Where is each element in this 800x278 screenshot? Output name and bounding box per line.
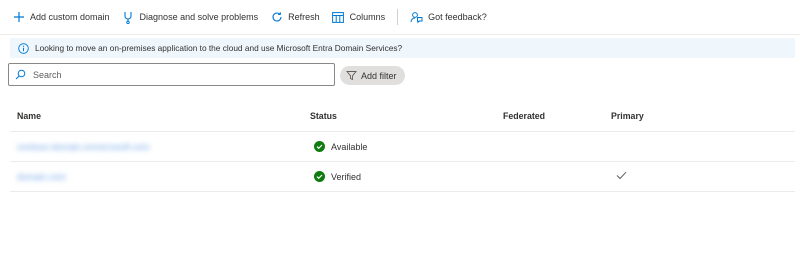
columns-label: Columns <box>349 12 386 22</box>
column-header-name[interactable]: Name <box>17 100 297 131</box>
add-custom-domain-button[interactable]: Add custom domain <box>12 7 110 27</box>
status-text: Verified <box>331 171 362 182</box>
add-filter-button[interactable]: Add filter <box>340 66 405 85</box>
table-row[interactable]: contoso-domain.onmicrosoft.com Available <box>10 132 795 162</box>
name-cell: contoso-domain.onmicrosoft.com <box>17 132 297 161</box>
columns-button[interactable]: Columns <box>332 7 386 27</box>
column-header-federated[interactable]: Federated <box>503 100 603 131</box>
domain-name-link[interactable]: domain.com <box>17 172 66 182</box>
check-circle-icon <box>314 171 325 182</box>
info-banner-text[interactable]: Looking to move an on-premises applicati… <box>35 43 402 53</box>
table-row[interactable]: domain.com Verified <box>10 162 795 192</box>
column-header-primary[interactable]: Primary <box>611 100 671 131</box>
info-icon <box>18 42 29 54</box>
refresh-button[interactable]: Refresh <box>270 7 320 27</box>
feedback-label: Got feedback? <box>428 12 487 22</box>
filter-icon <box>346 70 357 81</box>
diagnose-label: Diagnose and solve problems <box>139 12 259 22</box>
search-input[interactable] <box>33 69 323 80</box>
status-cell: Verified <box>310 162 490 191</box>
refresh-label: Refresh <box>288 12 320 22</box>
add-filter-label: Add filter <box>361 70 397 81</box>
status-text: Available <box>331 141 368 152</box>
feedback-button[interactable]: Got feedback? <box>410 7 487 27</box>
checkmark-icon <box>616 171 627 182</box>
add-custom-domain-label: Add custom domain <box>30 12 110 22</box>
federated-cell <box>503 162 603 191</box>
toolbar-divider <box>397 9 399 25</box>
plus-icon <box>12 11 25 24</box>
check-circle-icon <box>314 141 325 152</box>
search-icon <box>15 69 26 80</box>
stethoscope-icon <box>122 11 135 24</box>
status-cell: Available <box>310 132 490 161</box>
refresh-icon <box>270 11 283 24</box>
columns-icon <box>332 11 345 24</box>
domains-table: Name Status Federated Primary contoso-do… <box>10 100 795 192</box>
info-banner: Looking to move an on-premises applicati… <box>10 38 795 58</box>
command-bar: Add custom domain Diagnose and solve pro… <box>0 0 800 35</box>
search-box[interactable] <box>8 63 335 86</box>
diagnose-button[interactable]: Diagnose and solve problems <box>122 7 259 27</box>
primary-cell <box>616 162 627 191</box>
table-header-row: Name Status Federated Primary <box>10 100 795 132</box>
name-cell: domain.com <box>17 162 297 191</box>
column-header-status[interactable]: Status <box>310 100 490 131</box>
feedback-icon <box>410 11 423 24</box>
domain-name-link[interactable]: contoso-domain.onmicrosoft.com <box>17 142 150 152</box>
federated-cell <box>503 132 603 161</box>
